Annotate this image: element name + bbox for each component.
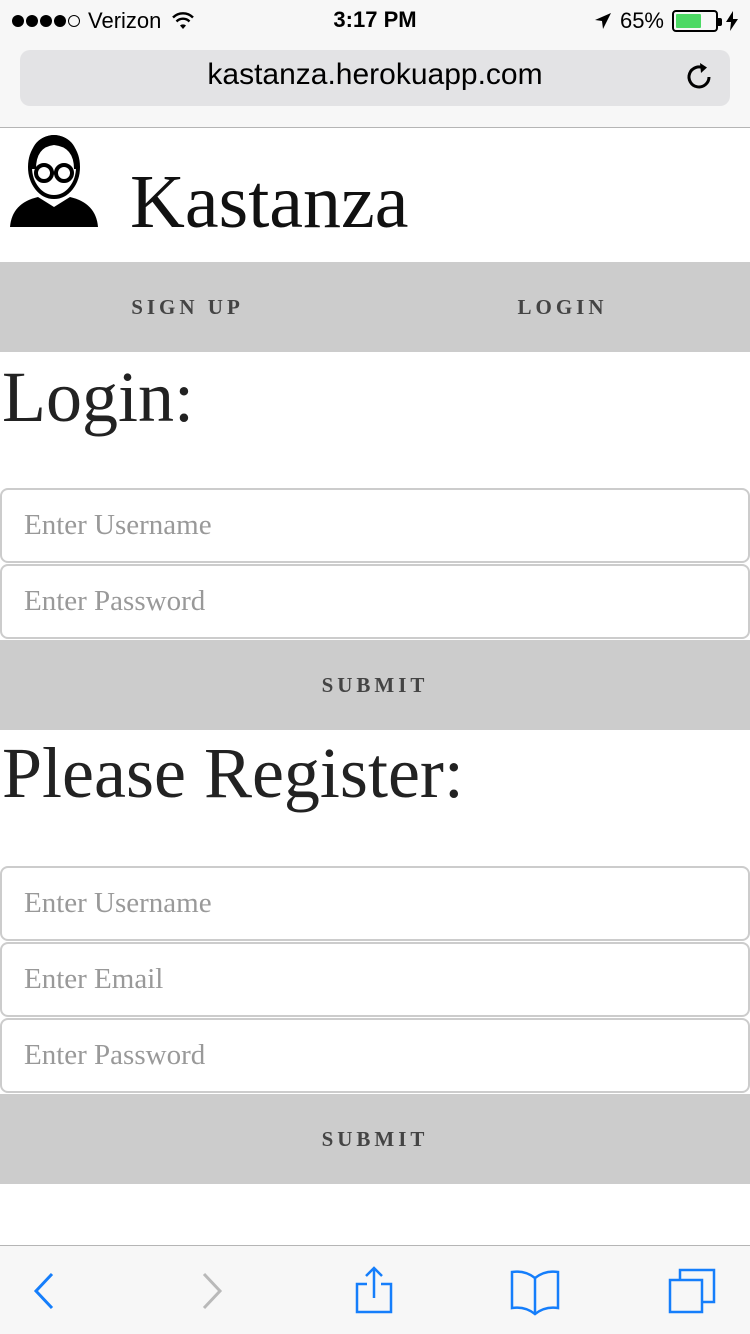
login-username-field[interactable]: Enter Username — [0, 488, 750, 563]
status-bar: Verizon 3:17 PM 65% — [0, 0, 750, 40]
register-heading: Please Register: — [2, 733, 464, 813]
register-password-field[interactable]: Enter Password — [0, 1018, 750, 1093]
register-username-field[interactable]: Enter Username — [0, 866, 750, 941]
battery-icon — [672, 10, 722, 32]
bookmarks-icon[interactable] — [510, 1266, 560, 1316]
reload-icon[interactable] — [682, 60, 716, 94]
logo-portrait-icon[interactable] — [8, 129, 100, 229]
site-header: Kastanza — [0, 129, 750, 262]
site-title[interactable]: Kastanza — [130, 159, 409, 246]
nav-login-link[interactable]: LOGIN — [375, 262, 750, 352]
status-right: 65% — [594, 8, 738, 34]
main-nav: SIGN UP LOGIN — [0, 262, 750, 352]
battery-level — [676, 14, 701, 28]
login-heading: Login: — [2, 357, 194, 437]
browser-toolbar — [0, 1245, 750, 1334]
browser-address-area: kastanza.herokuapp.com — [0, 40, 750, 128]
tabs-icon[interactable] — [668, 1266, 718, 1316]
forward-icon[interactable] — [186, 1266, 236, 1316]
register-email-field[interactable]: Enter Email — [0, 942, 750, 1017]
battery-percent: 65% — [619, 8, 664, 33]
share-icon[interactable] — [349, 1266, 399, 1316]
back-icon[interactable] — [20, 1266, 70, 1316]
nav-sign-up-link[interactable]: SIGN UP — [0, 262, 375, 352]
login-password-field[interactable]: Enter Password — [0, 564, 750, 639]
register-submit-button[interactable]: SUBMIT — [0, 1094, 750, 1184]
charging-bolt-icon — [726, 11, 738, 31]
location-arrow-icon — [594, 13, 611, 29]
url-text[interactable]: kastanza.herokuapp.com — [0, 58, 750, 92]
login-submit-button[interactable]: SUBMIT — [0, 640, 750, 730]
